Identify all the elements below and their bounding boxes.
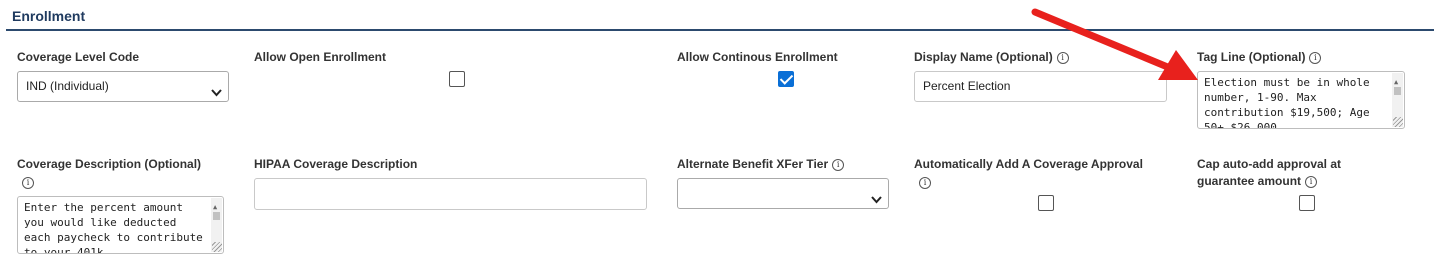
hipaa-coverage-description-label: HIPAA Coverage Description	[254, 157, 418, 171]
coverage-level-code-label: Coverage Level Code	[17, 50, 140, 64]
auto-add-coverage-approval-info: i	[914, 174, 931, 191]
tag-line-textarea[interactable]: Election must be in whole number, 1-90. …	[1197, 71, 1405, 129]
coverage-level-code-select[interactable]: IND (Individual)	[17, 71, 229, 102]
coverage-description-text: Enter the percent amount you would like …	[24, 201, 210, 254]
chevron-down-icon	[211, 81, 222, 110]
info-icon[interactable]: i	[1305, 175, 1318, 188]
info-icon[interactable]: i	[1309, 51, 1322, 64]
cap-auto-add-label-line2: guarantee amount i	[1197, 173, 1318, 190]
tag-line-label-text: Tag Line (Optional)	[1197, 50, 1306, 64]
cap-auto-add-checkbox[interactable]	[1299, 195, 1315, 211]
resize-handle-icon[interactable]	[212, 242, 222, 252]
annotation-arrow-icon	[1031, 8, 1198, 80]
info-icon[interactable]: i	[919, 176, 931, 189]
cap-auto-add-label-line2-text: guarantee amount	[1197, 174, 1302, 188]
cap-auto-add-label-line1: Cap auto-add approval at	[1197, 157, 1342, 171]
coverage-description-info: i	[17, 174, 34, 191]
hipaa-coverage-description-input[interactable]	[254, 178, 647, 210]
allow-open-enrollment-checkbox[interactable]	[449, 71, 465, 87]
coverage-description-textarea[interactable]: Enter the percent amount you would like …	[17, 196, 224, 254]
section-title: Enrollment	[12, 8, 86, 24]
tag-line-label: Tag Line (Optional) i	[1197, 49, 1322, 66]
auto-add-coverage-approval-checkbox[interactable]	[1038, 195, 1054, 211]
info-icon[interactable]: i	[832, 158, 845, 171]
info-icon[interactable]: i	[22, 176, 34, 189]
alternate-benefit-xfer-tier-label-text: Alternate Benefit XFer Tier	[677, 157, 829, 171]
alternate-benefit-xfer-tier-select[interactable]	[677, 178, 889, 209]
coverage-description-label: Coverage Description (Optional)	[17, 157, 202, 171]
allow-continuous-enrollment-label: Allow Continous Enrollment	[677, 50, 838, 64]
alternate-benefit-xfer-tier-label: Alternate Benefit XFer Tier i	[677, 156, 845, 173]
coverage-level-code-value: IND (Individual)	[26, 79, 109, 93]
scroll-thumb[interactable]	[213, 212, 220, 220]
scroll-thumb[interactable]	[1394, 87, 1401, 95]
allow-open-enrollment-label: Allow Open Enrollment	[254, 50, 387, 64]
section-divider	[6, 29, 1434, 31]
auto-add-coverage-approval-label: Automatically Add A Coverage Approval	[914, 157, 1143, 171]
resize-handle-icon[interactable]	[1393, 117, 1403, 127]
tag-line-text: Election must be in whole number, 1-90. …	[1204, 76, 1377, 129]
allow-continuous-enrollment-checkbox[interactable]	[778, 71, 794, 87]
chevron-down-icon	[871, 188, 882, 217]
